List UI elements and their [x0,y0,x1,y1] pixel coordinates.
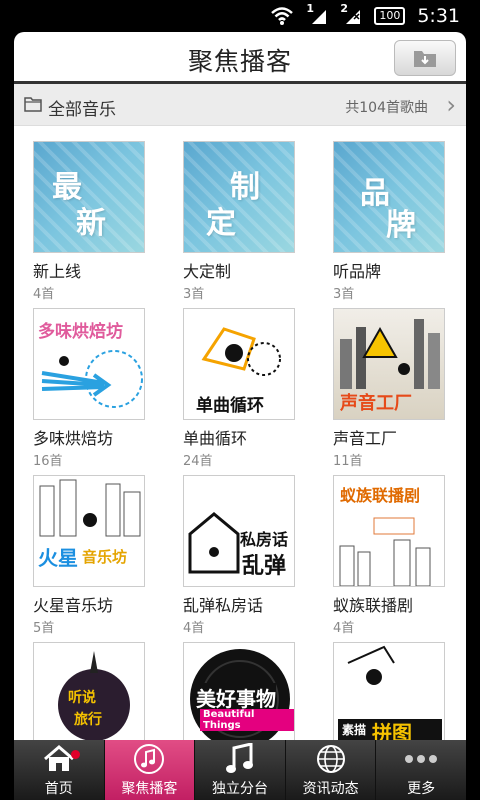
album-cover: 多味烘焙坊 [33,308,145,420]
all-music-bar[interactable]: 全部音乐 共104首歌曲 › [14,84,466,126]
sim2-label: 2 [340,2,348,15]
album-name: 听品牌 [333,262,382,281]
album-name: 单曲循环 [183,429,248,448]
album-tile[interactable]: 蚁族联播剧 蚁族联播剧 4首 [333,475,453,636]
album-tile[interactable]: 制 定 大定制 3首 [183,141,303,302]
album-count: 4首 [33,287,55,302]
album-tile[interactable]: 私房话 乱弹 乱弹私房话 4首 [183,475,303,636]
album-cover: 素描 拼图 [333,642,445,740]
double-note-icon [225,743,253,773]
album-tile[interactable]: 声音工厂 声音工厂 11首 [333,308,453,469]
sim1-label: 1 [306,2,314,15]
bottom-tab-bar: 首页 聚焦播客 独立分台 资讯动态 更多 [14,740,466,800]
album-cover: 品 牌 [333,141,445,253]
album-cover: 最 新 [33,141,145,253]
album-tile[interactable]: 单曲循环 单曲循环 24首 [183,308,303,469]
album-count: 16首 [33,454,63,469]
tab-label: 首页 [44,781,73,797]
album-count: 3首 [183,287,205,302]
folder-download-button[interactable] [394,40,456,76]
album-tile[interactable]: 美好事物 Beautiful Things [183,642,303,740]
signal-2-icon: 2 [340,2,362,26]
album-count: 11首 [333,454,363,469]
wifi-icon [271,7,294,25]
home-icon [43,745,74,771]
album-cover: 单曲循环 [183,308,295,420]
main-card: 聚焦播客 全部音乐 共104首歌曲 › 最 新 新上线 4首 制 定 大定制 3… [14,32,466,740]
tab-label: 聚焦播客 [121,781,178,797]
folder-download-icon [414,51,436,67]
album-cover: 蚁族联播剧 [333,475,445,587]
album-count: 24首 [183,454,213,469]
more-dots-icon [405,755,438,763]
album-count: 4首 [333,621,355,636]
tab-label: 资讯动态 [302,781,359,797]
album-name: 新上线 [33,262,82,281]
header: 聚焦播客 [14,32,466,84]
album-name: 大定制 [183,262,232,281]
all-music-label: 全部音乐 [48,100,116,120]
clock: 5:31 [417,5,460,27]
album-cover: 火星 音乐坊 [33,475,145,587]
album-tile[interactable]: 最 新 新上线 4首 [33,141,153,302]
album-tile[interactable]: 素描 拼图 [333,642,453,740]
album-cover: 听说 旅行 [33,642,145,740]
album-name: 火星音乐坊 [33,596,114,615]
tab-podcast[interactable]: 聚焦播客 [104,740,196,800]
folder-icon [24,97,42,112]
album-count: 4首 [183,621,205,636]
album-name: 多味烘焙坊 [33,429,114,448]
signal-1-icon: 1 [306,2,328,26]
tab-label: 独立分台 [211,781,268,797]
album-tile[interactable]: 多味烘焙坊 多味烘焙坊 16首 [33,308,153,469]
tab-label: 更多 [407,781,436,797]
album-count: 3首 [333,287,355,302]
song-count: 共104首歌曲 [345,100,428,116]
album-name: 蚁族联播剧 [333,596,414,615]
album-tile[interactable]: 火星 音乐坊 火星音乐坊 5首 [33,475,153,636]
notification-dot [71,750,80,759]
album-tile[interactable]: 品 牌 听品牌 3首 [333,141,453,302]
globe-icon [316,745,345,773]
music-note-icon [134,744,165,774]
album-cover: 制 定 [183,141,295,253]
album-cover: 美好事物 Beautiful Things [183,642,295,740]
battery-icon: 100 [374,7,406,25]
tab-home[interactable]: 首页 [14,740,105,800]
album-tile[interactable]: 听说 旅行 [33,642,153,740]
chevron-right-icon: › [446,91,456,119]
album-cover: 私房话 乱弹 [183,475,295,587]
status-bar: 1 2 100 5:31 [0,0,480,32]
album-name: 声音工厂 [333,429,398,448]
album-cover: 声音工厂 [333,308,445,420]
tab-channels[interactable]: 独立分台 [195,740,286,800]
album-name: 乱弹私房话 [183,596,264,615]
album-count: 5首 [33,621,55,636]
tab-more[interactable]: 更多 [376,740,466,800]
tab-news[interactable]: 资讯动态 [286,740,377,800]
